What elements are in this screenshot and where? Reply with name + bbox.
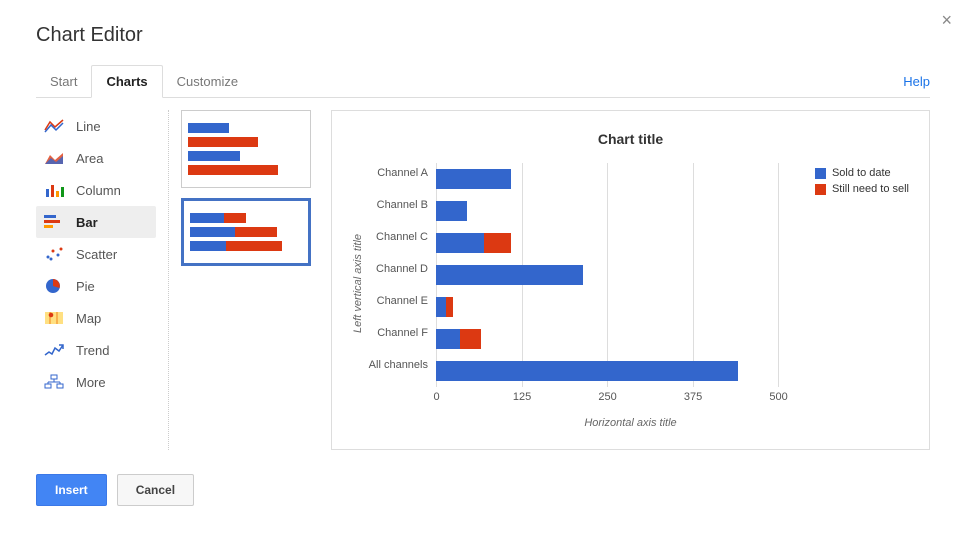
legend-label: Sold to date	[832, 167, 891, 179]
insert-button[interactable]: Insert	[36, 474, 107, 506]
legend-label: Still need to sell	[832, 183, 909, 195]
y-label: Channel C	[364, 227, 436, 259]
y-label: All channels	[364, 355, 436, 387]
bar-chart-icon	[44, 214, 64, 230]
scatter-chart-icon	[44, 246, 64, 262]
x-axis-labels: 0 125 250 375 500	[436, 391, 779, 403]
sidebar-item-pie[interactable]: Pie	[36, 270, 156, 302]
bar-row	[436, 163, 779, 195]
bar-row	[436, 227, 779, 259]
sidebar-label: Map	[76, 311, 101, 326]
dialog-footer: Insert Cancel	[36, 474, 930, 506]
y-label: Channel A	[364, 163, 436, 195]
sidebar-item-map[interactable]: Map	[36, 302, 156, 334]
sidebar-label: Trend	[76, 343, 109, 358]
sidebar-item-area[interactable]: Area	[36, 142, 156, 174]
y-label: Channel F	[364, 323, 436, 355]
sidebar-label: Column	[76, 183, 121, 198]
x-label: 0	[436, 391, 437, 403]
y-axis-title: Left vertical axis title	[352, 163, 364, 403]
legend: Sold to date Still need to sell	[815, 167, 909, 199]
pie-chart-icon	[44, 278, 64, 294]
sidebar-label: Pie	[76, 279, 95, 294]
sidebar-label: Scatter	[76, 247, 117, 262]
y-axis-labels: Channel AChannel BChannel CChannel DChan…	[364, 163, 436, 403]
x-label: 125	[522, 391, 523, 403]
bar-segment	[446, 297, 453, 317]
tab-start[interactable]: Start	[36, 66, 91, 97]
x-label: 500	[778, 391, 779, 403]
tab-charts[interactable]: Charts	[91, 65, 162, 98]
more-chart-icon	[44, 374, 64, 390]
map-chart-icon	[44, 310, 64, 326]
sidebar-label: Line	[76, 119, 101, 134]
bar-segment	[436, 297, 446, 317]
bar-row	[436, 259, 779, 291]
sidebar-item-trend[interactable]: Trend	[36, 334, 156, 366]
chart-variant-thumbnails	[181, 110, 311, 450]
sidebar-item-more[interactable]: More	[36, 366, 156, 398]
chart-preview: Chart title Sold to date Still need to s…	[331, 110, 930, 450]
area-chart-icon	[44, 150, 64, 166]
sidebar-item-scatter[interactable]: Scatter	[36, 238, 156, 270]
bar-row	[436, 323, 779, 355]
y-label: Channel D	[364, 259, 436, 291]
trend-chart-icon	[44, 342, 64, 358]
bar-segment	[460, 329, 481, 349]
bar-segment	[484, 233, 511, 253]
bar-row	[436, 291, 779, 323]
dialog-title: Chart Editor	[36, 24, 930, 47]
x-axis-title: Horizontal axis title	[352, 417, 909, 429]
bar-segment	[436, 233, 484, 253]
bar-variant-grouped[interactable]	[181, 110, 311, 188]
legend-swatch	[815, 168, 826, 179]
legend-item: Still need to sell	[815, 183, 909, 195]
sidebar-label: More	[76, 375, 106, 390]
legend-item: Sold to date	[815, 167, 909, 179]
tab-customize[interactable]: Customize	[163, 66, 252, 97]
y-label: Channel B	[364, 195, 436, 227]
bar-row	[436, 195, 779, 227]
bars-container	[436, 163, 779, 387]
chart-title: Chart title	[352, 131, 909, 147]
legend-swatch	[815, 184, 826, 195]
bar-segment	[436, 329, 460, 349]
close-icon[interactable]: ×	[941, 10, 952, 31]
cancel-button[interactable]: Cancel	[117, 474, 194, 506]
bar-segment	[436, 201, 467, 221]
line-chart-icon	[44, 118, 64, 134]
help-link[interactable]: Help	[903, 66, 930, 97]
vertical-divider	[168, 110, 169, 450]
chart-type-sidebar: Line Area Column Bar Scatter Pie	[36, 110, 156, 450]
y-label: Channel E	[364, 291, 436, 323]
sidebar-item-column[interactable]: Column	[36, 174, 156, 206]
tab-bar: Start Charts Customize Help	[36, 65, 930, 98]
bar-segment	[436, 265, 583, 285]
x-label: 375	[693, 391, 694, 403]
bar-segment	[436, 361, 738, 381]
bar-segment	[436, 169, 511, 189]
sidebar-item-bar[interactable]: Bar	[36, 206, 156, 238]
bar-row	[436, 355, 779, 387]
sidebar-item-line[interactable]: Line	[36, 110, 156, 142]
bar-variant-stacked[interactable]	[181, 198, 311, 266]
sidebar-label: Bar	[76, 215, 98, 230]
x-label: 250	[607, 391, 608, 403]
sidebar-label: Area	[76, 151, 103, 166]
column-chart-icon	[44, 182, 64, 198]
